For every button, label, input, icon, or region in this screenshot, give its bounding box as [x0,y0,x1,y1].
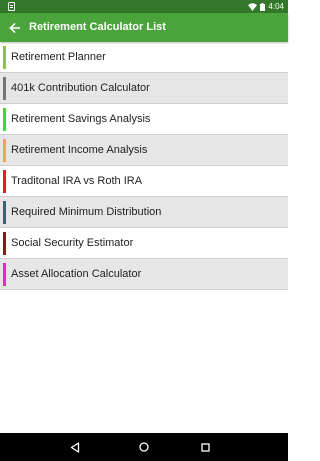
list-item-retirement-savings[interactable]: Retirement Savings Analysis [0,104,288,135]
list-item-label: 401k Contribution Calculator [11,82,150,94]
list-item-asset-allocation[interactable]: Asset Allocation Calculator [0,259,288,290]
navigation-bar [0,433,288,461]
nav-recents-button[interactable] [197,439,213,455]
arrow-back-icon [9,22,20,33]
list-item-retirement-planner[interactable]: Retirement Planner [0,42,288,73]
list-item-ira-vs-roth[interactable]: Traditonal IRA vs Roth IRA [0,166,288,197]
list-item-label: Retirement Savings Analysis [11,113,151,125]
back-button[interactable] [6,19,23,36]
list-item-label: Asset Allocation Calculator [11,268,142,280]
page-title: Retirement Calculator List [29,21,166,33]
calculator-list: Retirement Planner 401k Contribution Cal… [0,42,288,290]
list-item-label: Retirement Income Analysis [11,144,148,156]
color-bar [3,263,6,286]
color-bar [3,232,6,255]
wifi-icon [248,2,258,11]
nav-home-button[interactable] [136,439,152,455]
nav-back-button[interactable] [67,439,83,455]
color-bar [3,139,6,162]
list-item-social-security[interactable]: Social Security Estimator [0,228,288,259]
screen: 4:04 Retirement Calculator List Retireme… [0,0,288,461]
list-item-label: Retirement Planner [11,51,106,63]
list-item-401k-contribution[interactable]: 401k Contribution Calculator [0,73,288,104]
triangle-back-icon [70,441,80,453]
color-bar [3,201,6,224]
color-bar [3,170,6,193]
battery-icon [260,2,266,11]
app-bar: Retirement Calculator List [0,13,288,42]
list-item-retirement-income[interactable]: Retirement Income Analysis [0,135,288,166]
list-item-label: Required Minimum Distribution [11,206,162,218]
color-bar [3,46,6,69]
list-item-label: Traditonal IRA vs Roth IRA [11,175,143,187]
circle-home-icon [139,442,149,452]
color-bar [3,108,6,131]
status-time: 4:04 [268,2,284,11]
square-recents-icon [200,442,210,452]
color-bar [3,77,6,100]
notification-icon [8,2,15,11]
status-bar: 4:04 [0,0,288,13]
list-item-label: Social Security Estimator [11,237,134,249]
list-item-required-minimum-distribution[interactable]: Required Minimum Distribution [0,197,288,228]
